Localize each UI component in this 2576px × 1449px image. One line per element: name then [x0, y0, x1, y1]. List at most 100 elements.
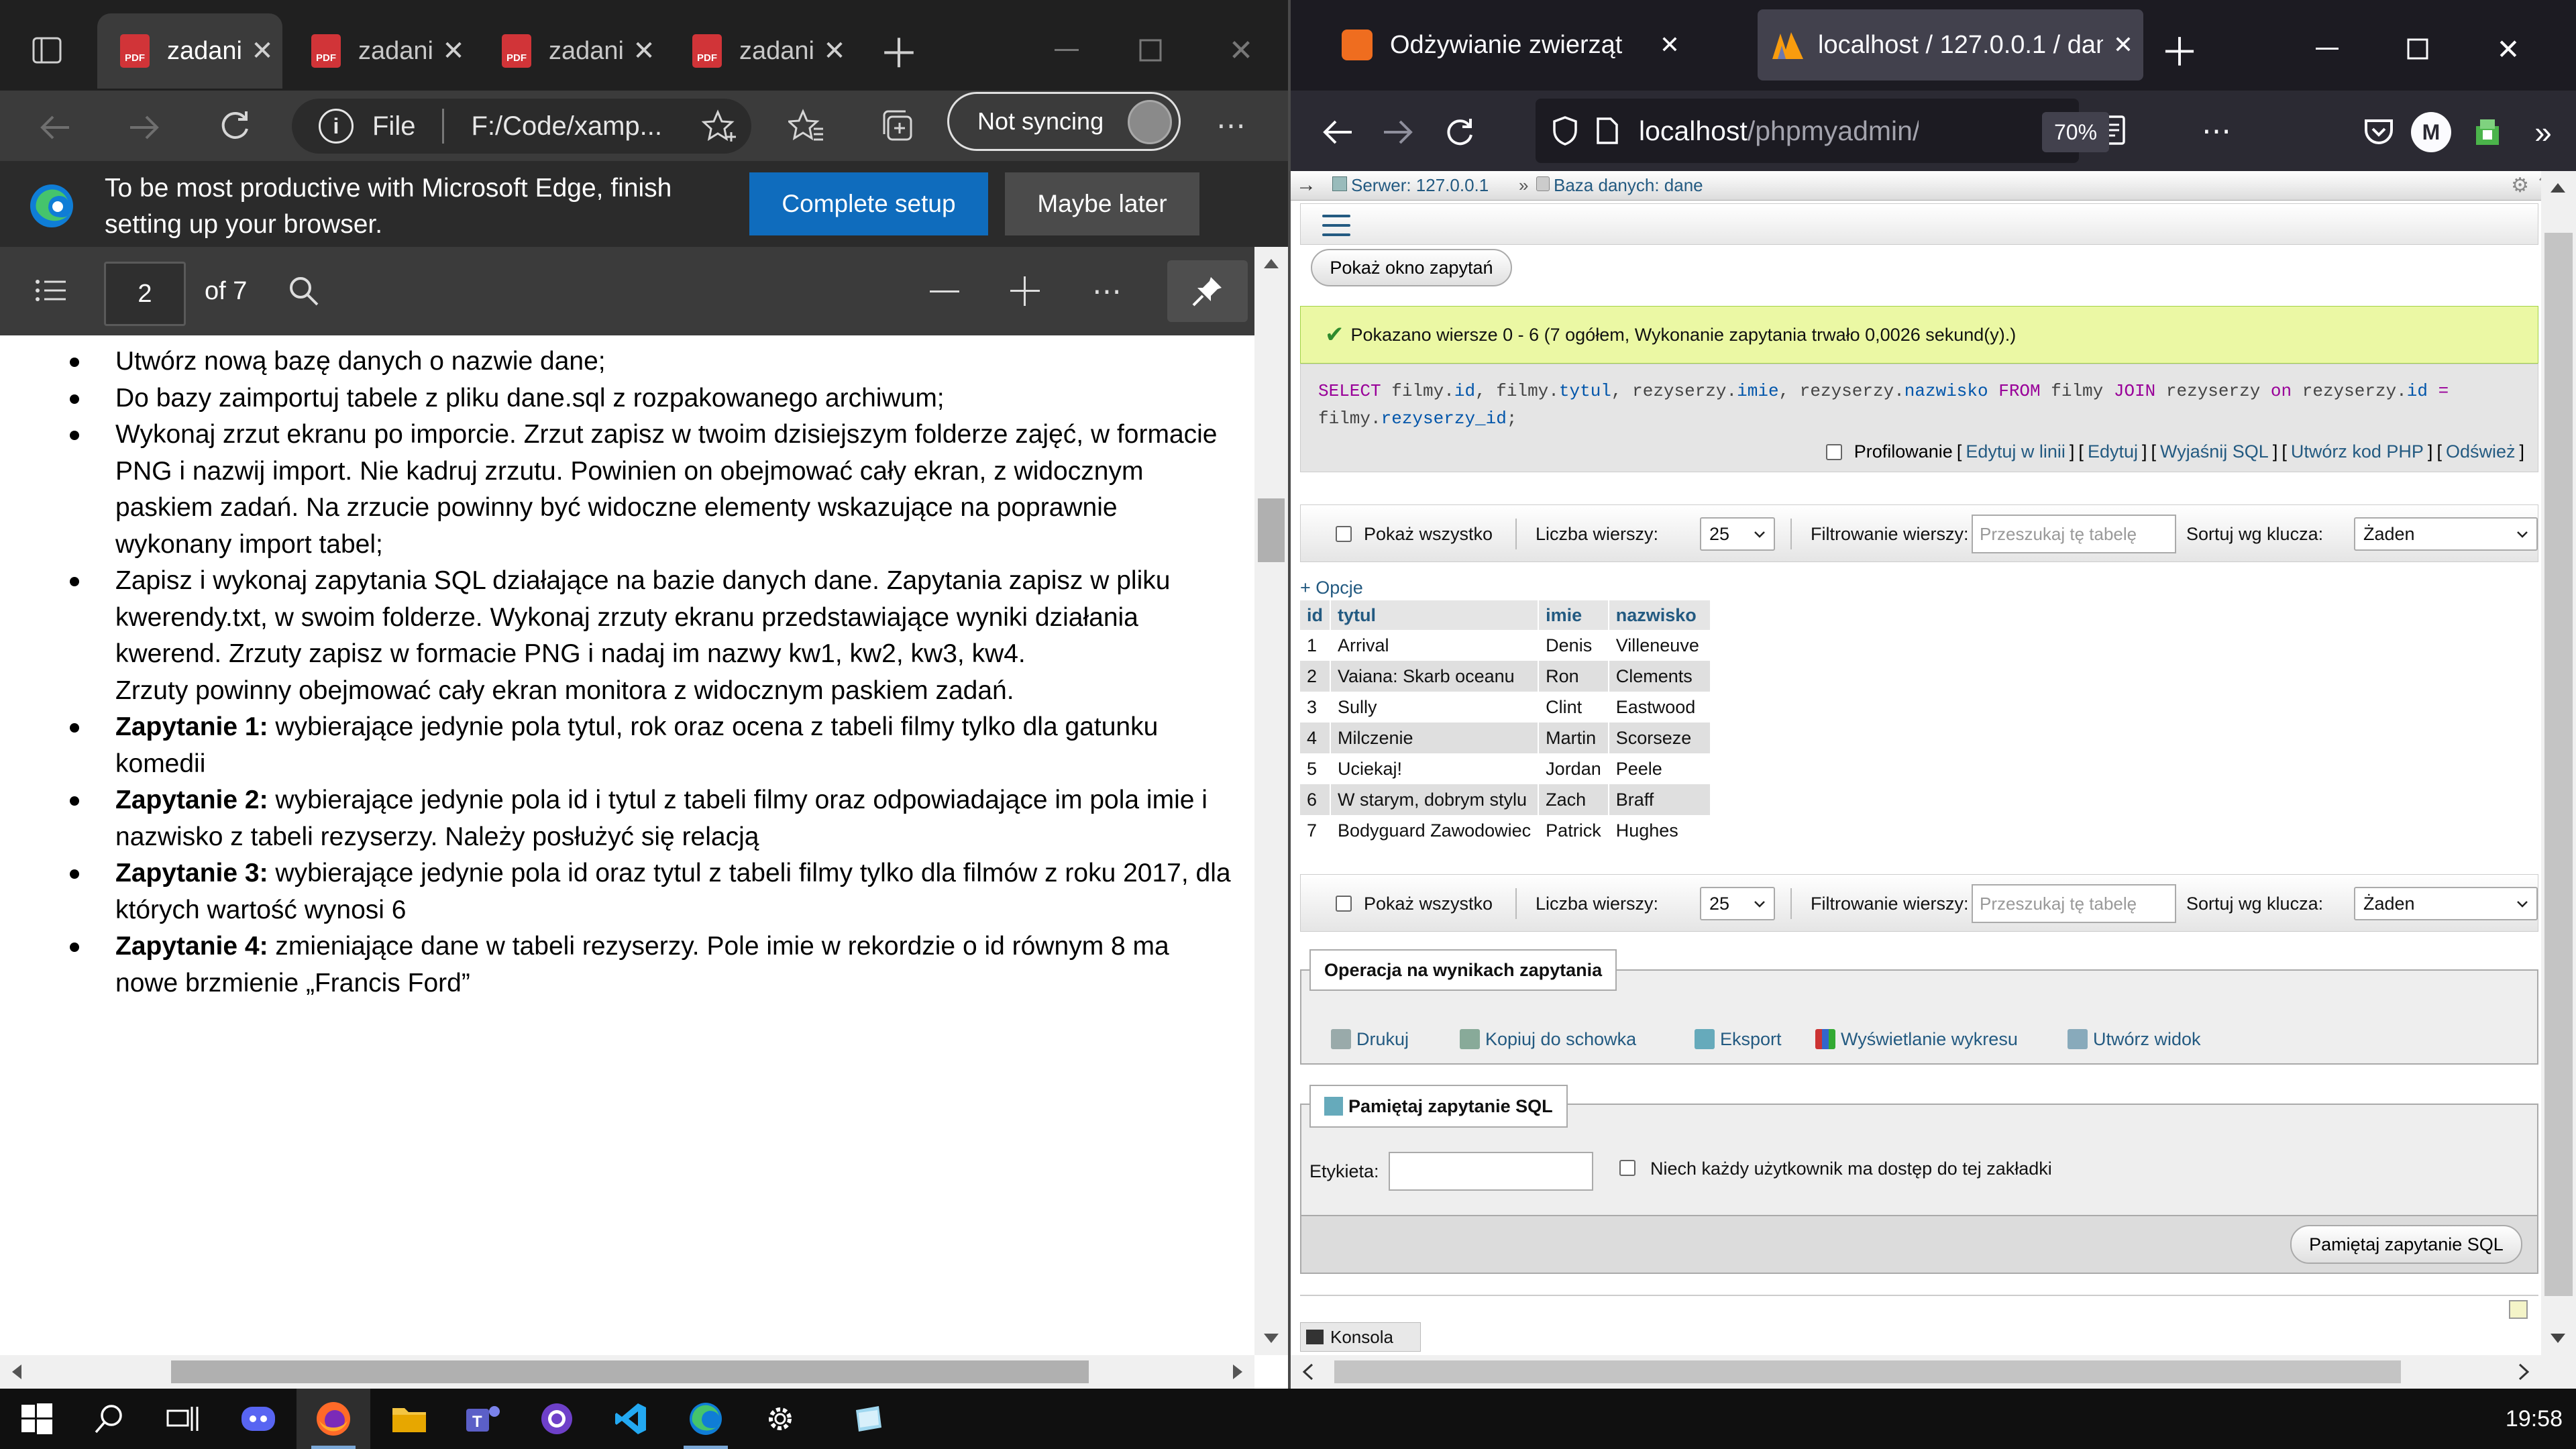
firefox-horizontal-scrollbar[interactable]	[1291, 1355, 2576, 1389]
complete-setup-button[interactable]: Complete setup	[749, 172, 988, 235]
table-cell-nazwisko[interactable]: Villeneuve	[1608, 630, 1711, 661]
refresh-link[interactable]: Odśwież	[2446, 441, 2516, 462]
account-avatar[interactable]: M	[2411, 112, 2451, 152]
forward-icon[interactable]	[124, 107, 164, 148]
bookmark-label-input[interactable]	[1389, 1152, 1593, 1191]
scroll-up-icon[interactable]	[2551, 183, 2565, 193]
scroll-down-icon[interactable]	[2551, 1334, 2565, 1343]
vscode-icon[interactable]	[594, 1389, 667, 1449]
close-tab-icon[interactable]: ✕	[624, 36, 664, 66]
rows-count-select[interactable]: 25	[1700, 517, 1775, 551]
edge-taskbar-icon[interactable]	[669, 1389, 743, 1449]
file-explorer-icon[interactable]	[372, 1389, 446, 1449]
maximize-icon[interactable]	[2394, 25, 2441, 72]
close-tab-icon[interactable]: ✕	[1646, 31, 1693, 59]
show-all-checkbox[interactable]	[1336, 896, 1352, 912]
table-cell-id[interactable]: 6	[1300, 784, 1331, 815]
show-all-checkbox[interactable]	[1336, 526, 1352, 542]
minimize-icon[interactable]	[1043, 27, 1090, 74]
breadcrumb-server[interactable]: Serwer: 127.0.0.1	[1351, 175, 1489, 196]
search-icon[interactable]	[72, 1389, 146, 1449]
table-of-contents-icon[interactable]	[30, 274, 70, 307]
sort-key-select[interactable]: Żaden	[2354, 517, 2538, 551]
settings-gear-icon[interactable]: ⚙	[2511, 174, 2529, 197]
table-cell-imie[interactable]: Clint	[1538, 692, 1609, 722]
console-tab[interactable]: Konsola	[1300, 1322, 1421, 1352]
sync-status-button[interactable]: Not syncing	[947, 92, 1181, 151]
column-header-imie[interactable]: imie	[1538, 600, 1609, 630]
forward-icon[interactable]	[1378, 112, 1418, 152]
collections-icon[interactable]	[875, 104, 918, 147]
maximize-icon[interactable]	[1127, 27, 1174, 74]
more-options-icon[interactable]: ⋯	[1208, 104, 1254, 147]
table-row[interactable]: 1 Arrival Denis Villeneuve	[1300, 630, 1711, 661]
pdf-more-icon[interactable]: ⋯	[1087, 272, 1127, 310]
scroll-thumb[interactable]	[1258, 498, 1285, 562]
zoom-level-button[interactable]: 70%	[2042, 112, 2109, 152]
back-icon[interactable]	[1318, 112, 1358, 152]
tracking-protection-icon[interactable]	[1552, 115, 1578, 146]
table-row[interactable]: 7 Bodyguard Zawodowiec Patrick Hughes	[1300, 815, 1711, 846]
table-cell-nazwisko[interactable]: Clements	[1608, 661, 1711, 692]
column-header-nazwisko[interactable]: nazwisko	[1608, 600, 1711, 630]
table-cell-imie[interactable]: Denis	[1538, 630, 1609, 661]
start-windows-icon[interactable]	[0, 1389, 74, 1449]
table-cell-tytul[interactable]: Arrival	[1330, 630, 1540, 661]
new-tab-icon[interactable]: ＋	[875, 27, 922, 76]
table-cell-imie[interactable]: Jordan	[1538, 753, 1609, 784]
table-cell-id[interactable]: 4	[1300, 722, 1331, 753]
table-cell-tytul[interactable]: Uciekaj!	[1330, 753, 1540, 784]
zoom-in-icon[interactable]	[1006, 272, 1044, 310]
table-cell-id[interactable]: 1	[1300, 630, 1331, 661]
menu-hamburger-icon[interactable]	[1322, 215, 1350, 236]
back-icon[interactable]	[35, 107, 75, 148]
table-cell-nazwisko[interactable]: Braff	[1608, 784, 1711, 815]
scroll-left-icon[interactable]	[1301, 1363, 1315, 1381]
edge-tab-3[interactable]: PDF zadanie ✕	[479, 13, 664, 89]
bookmark-shared-checkbox[interactable]	[1619, 1160, 1635, 1176]
profiling-checkbox[interactable]	[1825, 443, 1842, 460]
breadcrumb-database[interactable]: Baza danych: dane	[1554, 175, 1703, 196]
copy-to-clipboard-button[interactable]: Kopiuj do schowka	[1460, 1026, 1636, 1053]
page-actions-icon[interactable]: ⋯	[2196, 111, 2237, 151]
table-row[interactable]: 5 Uciekaj! Jordan Peele	[1300, 753, 1711, 784]
scroll-right-icon[interactable]	[1233, 1364, 1242, 1379]
github-icon[interactable]	[520, 1389, 594, 1449]
task-view-icon[interactable]	[146, 1389, 220, 1449]
table-cell-id[interactable]: 7	[1300, 815, 1331, 846]
search-icon[interactable]	[285, 272, 323, 310]
close-window-icon[interactable]: ✕	[1218, 27, 1265, 74]
info-icon[interactable]: i	[319, 109, 354, 144]
table-cell-id[interactable]: 3	[1300, 692, 1331, 722]
table-cell-nazwisko[interactable]: Scorseze	[1608, 722, 1711, 753]
table-cell-nazwisko[interactable]: Hughes	[1608, 815, 1711, 846]
refresh-icon[interactable]	[213, 104, 256, 147]
show-query-box-button[interactable]: Pokaż okno zapytań	[1311, 249, 1512, 286]
table-cell-imie[interactable]: Martin	[1538, 722, 1609, 753]
explain-sql-link[interactable]: Wyjaśnij SQL	[2160, 441, 2269, 462]
options-link[interactable]: + Opcje	[1300, 578, 1363, 598]
close-tab-icon[interactable]: ✕	[242, 36, 282, 66]
pdf-horizontal-scrollbar[interactable]	[0, 1355, 1254, 1389]
close-window-icon[interactable]: ✕	[2485, 25, 2532, 72]
rows-count-select[interactable]: 25	[1700, 887, 1775, 920]
table-cell-nazwisko[interactable]: Eastwood	[1608, 692, 1711, 722]
horizontal-scroll-thumb[interactable]	[171, 1360, 1089, 1383]
create-view-button[interactable]: Utwórz widok	[2068, 1026, 2201, 1053]
firefox-tab-1[interactable]: Odżywianie zwierząt ✕	[1311, 9, 1693, 80]
firefox-vertical-scrollbar[interactable]	[2541, 171, 2576, 1355]
refresh-icon[interactable]	[1438, 111, 1481, 154]
pocket-icon[interactable]	[2357, 111, 2400, 154]
table-cell-imie[interactable]: Ron	[1538, 661, 1609, 692]
filter-rows-input[interactable]: Przeszukaj tę tabelę	[1972, 884, 2176, 923]
collapse-nav-icon[interactable]: →	[1296, 174, 1316, 197]
firefox-taskbar-icon[interactable]	[297, 1389, 370, 1449]
scroll-thumb[interactable]	[2544, 233, 2573, 1296]
settings-gear-icon[interactable]	[743, 1389, 817, 1449]
edge-address-bar[interactable]: i File F:/Code/xamp...	[292, 99, 751, 154]
add-favorite-icon[interactable]	[702, 109, 738, 143]
show-all-control[interactable]: Pokaż wszystko	[1336, 505, 1493, 563]
table-row[interactable]: 3 Sully Clint Eastwood	[1300, 692, 1711, 722]
extension-icon[interactable]	[2466, 111, 2509, 154]
edit-inline-link[interactable]: Edytuj w linii	[1966, 441, 2065, 462]
